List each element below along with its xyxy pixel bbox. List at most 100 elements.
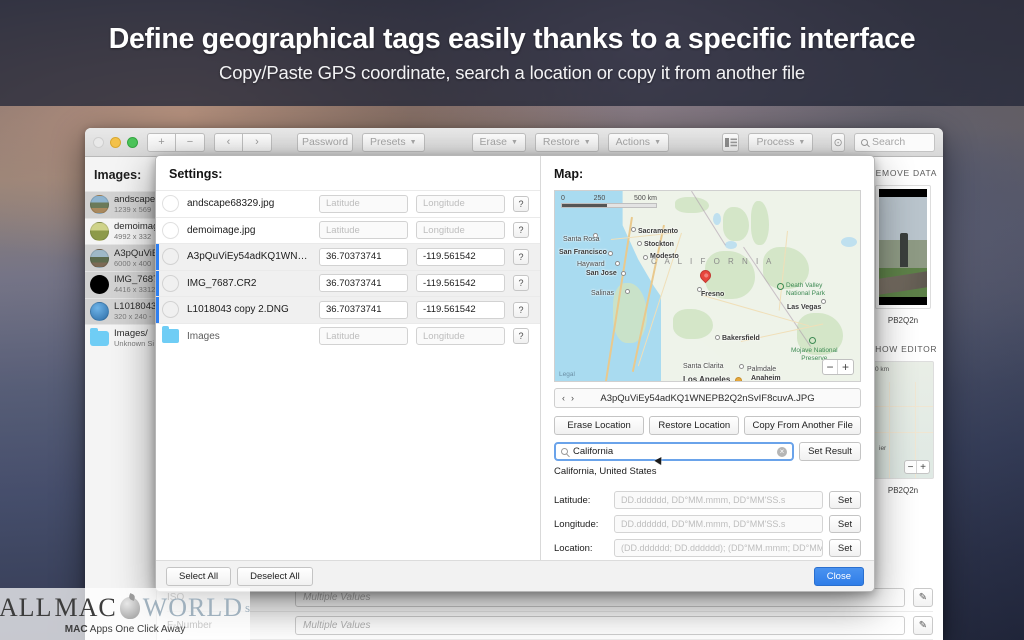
more-options-button[interactable]: ⊙ [831,132,845,152]
settings-row[interactable]: demoimage.jpg Latitude Longitude ? [156,216,540,244]
image-list-item[interactable]: andscape68329.jpg 1239 x 569 [85,191,156,218]
fnumber-placeholder: Multiple Values [303,620,371,631]
watermark-logo: ALL MAC WORLD s [0,593,251,623]
image-list-item[interactable]: IMG_7687 4416 x 3312 [85,271,156,298]
image-list-item[interactable]: A3pQuViEy 6000 x 400 [85,244,156,272]
latitude-value: 36.70373741 [326,277,382,289]
fnumber-input[interactable]: Multiple Values [295,616,905,635]
minimize-window-button[interactable] [110,136,121,148]
previous-file-button[interactable]: ‹ [562,393,565,403]
longitude-field[interactable]: Longitude [416,194,505,213]
image-name: L1018043 [114,301,156,313]
password-button[interactable]: Password [297,132,353,152]
image-name: IMG_7687 [114,274,156,286]
deselect-all-button[interactable]: Deselect All [237,566,313,586]
row-filename: IMG_7687.CR2 [187,277,257,289]
latitude-input[interactable]: DD.dddddd, DD°MM.mmm, DD°MM'SS.s [614,491,823,509]
image-list-item[interactable]: L1018043 320 x 240 - [85,297,156,325]
settings-row[interactable]: L1018043 copy 2.DNG 36.70373741 -119.561… [156,296,540,323]
image-list-item[interactable]: Images/ Unknown Si [85,324,156,351]
preview-zoom-in-button[interactable]: + [917,461,929,473]
map-zoom-out-button[interactable]: − [823,360,838,374]
longitude-field[interactable]: Longitude [416,327,505,346]
next-file-button[interactable]: › [571,393,574,403]
select-all-button[interactable]: Select All [166,566,232,586]
add-button[interactable]: + [147,132,176,152]
settings-row[interactable]: A3pQuViEy54adKQ1WNE… 36.70373741 -119.56… [156,243,540,270]
set-longitude-button[interactable]: Set [829,515,861,533]
help-button[interactable]: ? [513,222,529,239]
process-button[interactable]: Process ▼ [748,132,814,152]
location-input[interactable]: (DD.dddddd; DD.dddddd); (DD°MM.mmm; DD°M… [614,539,823,557]
longitude-field[interactable]: Longitude [416,221,505,240]
image-meta: Images/ Unknown Si [114,328,154,349]
restore-button[interactable]: Restore ▼ [534,132,599,152]
settings-row[interactable]: IMG_7687.CR2 36.70373741 -119.561542 ? [156,269,540,296]
search-input[interactable]: Search [853,132,935,152]
actions-button[interactable]: Actions ▼ [607,132,669,152]
edit-fnumber-button[interactable]: ✎ [913,616,933,635]
longitude-field[interactable]: -119.561542 [416,300,505,319]
erase-button[interactable]: Erase ▼ [471,132,526,152]
latitude-field[interactable]: 36.70373741 [319,247,408,266]
help-button[interactable]: ? [513,248,529,265]
map-view[interactable]: 0 250 500 km C A L I F O R N I A Santa R… [554,190,861,382]
back-button[interactable]: ‹ [214,132,243,152]
edit-iso-button[interactable]: ✎ [913,588,933,607]
watermark-tagline-bold: MAC [64,624,88,635]
map-zoom-controls[interactable]: − + [822,359,854,375]
settings-row[interactable]: andscape68329.jpg Latitude Longitude ? [156,190,540,217]
latitude-field[interactable]: 36.70373741 [319,274,408,293]
row-filename: andscape68329.jpg [187,198,275,210]
longitude-field[interactable]: -119.561542 [416,274,505,293]
set-latitude-button[interactable]: Set [829,491,861,509]
settings-title: Settings: [169,167,223,181]
preview-photo-card[interactable] [875,185,931,309]
image-size: 1239 x 569 [114,205,152,215]
close-button[interactable]: Close [813,566,864,586]
map-legal-link[interactable]: Legal [559,371,575,378]
image-size: 6000 x 400 [114,258,152,268]
image-size: Unknown Si [114,338,155,348]
image-list-item[interactable]: demoimage.jpg 4992 x 332 [85,217,156,245]
copy-from-another-file-button[interactable]: Copy From Another File [744,416,862,435]
set-location-button[interactable]: Set [829,539,861,557]
preview-map-card[interactable]: 0 km ier − + [872,361,934,479]
zoom-window-button[interactable] [127,136,138,148]
city-dot [621,271,626,276]
longitude-field[interactable]: -119.561542 [416,247,505,266]
image-meta: A3pQuViEy 6000 x 400 [114,248,156,269]
image-name: A3pQuViEy [114,247,156,259]
presets-label: Presets [370,136,406,148]
presets-button[interactable]: Presets ▼ [362,132,425,152]
location-search-input[interactable]: California × [554,442,794,461]
city-label-san-jose: San Jose [586,270,617,277]
erase-location-button[interactable]: Erase Location [554,416,645,435]
remove-button[interactable]: − [176,132,205,152]
latitude-field[interactable]: Latitude [319,194,408,213]
restore-location-button[interactable]: Restore Location [649,416,740,435]
longitude-input[interactable]: DD.dddddd, DD°MM.mmm, DD°MM'SS.s [614,515,823,533]
forward-button[interactable]: › [243,132,272,152]
row-thumbnail [162,301,179,319]
close-window-button[interactable] [93,136,104,148]
help-button[interactable]: ? [513,195,529,212]
watermark-mac: MAC [54,593,117,622]
help-button[interactable]: ? [513,301,529,318]
help-button[interactable]: ? [513,275,529,292]
scale-max: 500 km [634,195,657,202]
preview-map-name: PB2Q2n [887,486,919,495]
clear-search-icon[interactable]: × [777,446,787,457]
map-zoom-in-button[interactable]: + [838,360,853,374]
latitude-field[interactable]: Latitude [319,221,408,240]
preview-map-zoom-controls[interactable]: − + [904,460,930,474]
list-view-icon [724,137,737,147]
latitude-field[interactable]: 36.70373741 [319,300,408,319]
latitude-field[interactable]: Latitude [319,327,408,346]
set-result-button[interactable]: Set Result [799,442,861,461]
preview-zoom-out-button[interactable]: − [905,461,917,473]
latitude-label: Latitude: [554,494,591,506]
help-button[interactable]: ? [513,328,529,345]
view-list-button[interactable] [722,132,740,152]
settings-row[interactable]: Images Latitude Longitude ? [156,322,540,350]
